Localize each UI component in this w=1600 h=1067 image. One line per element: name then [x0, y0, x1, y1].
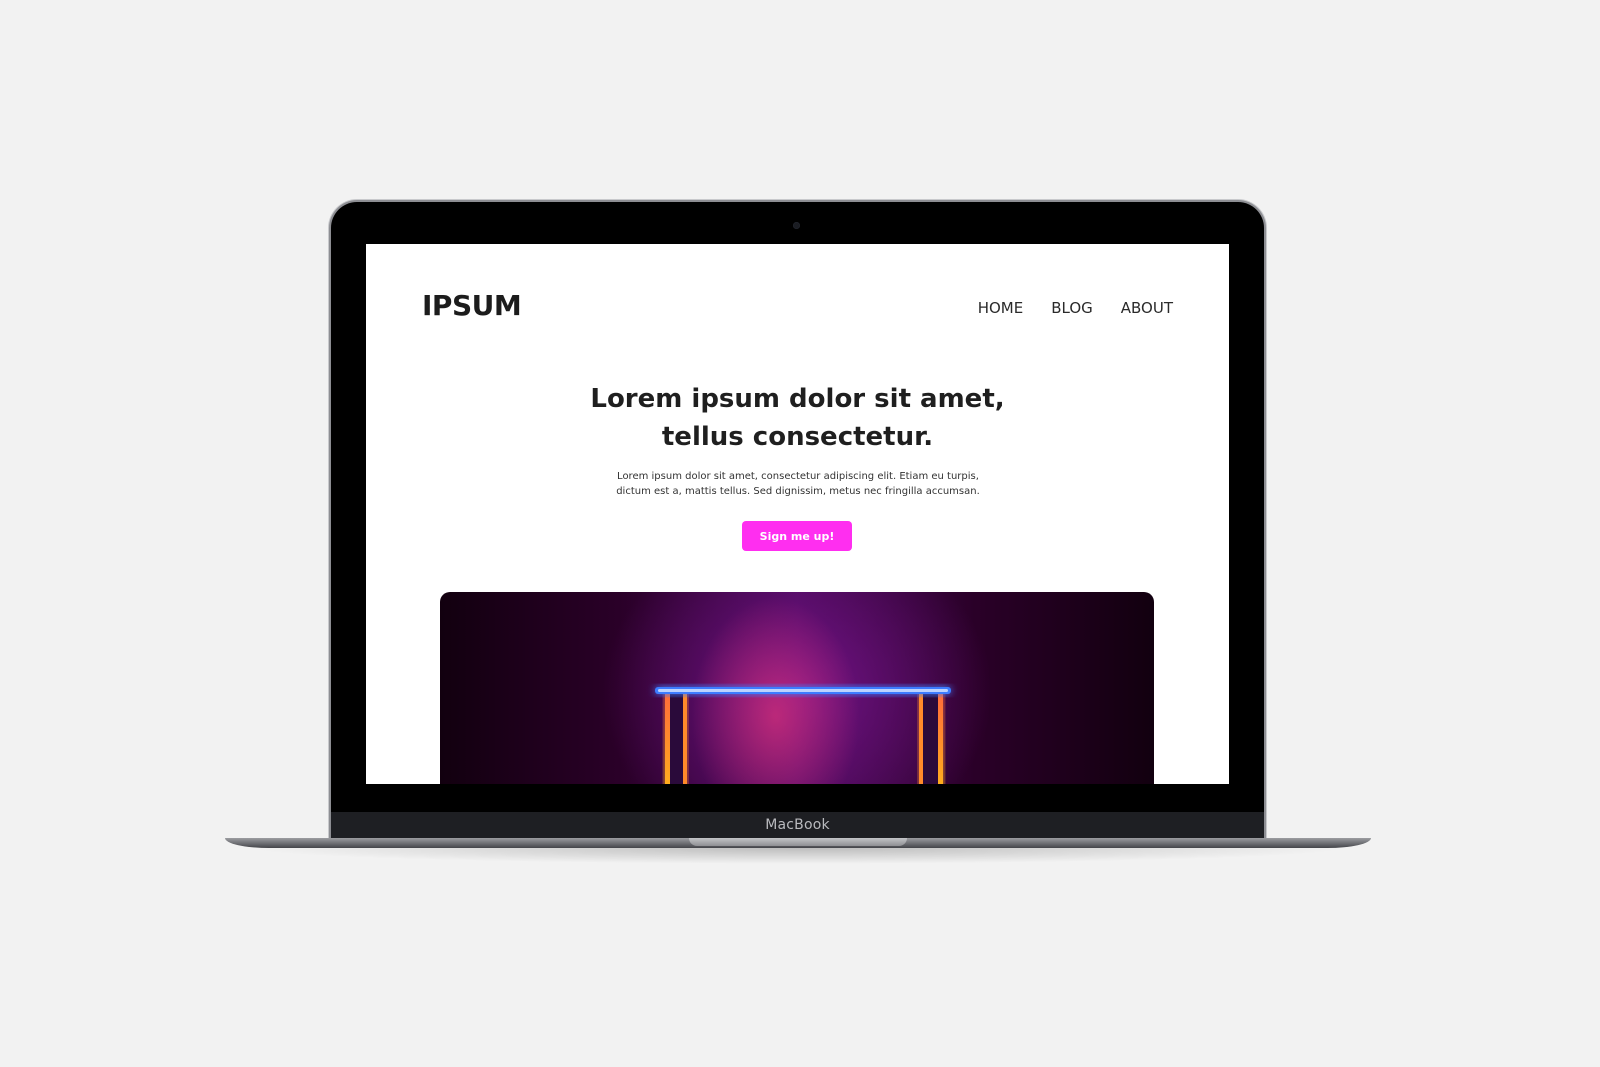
hero-description-line-1: Lorem ipsum dolor sit amet, consectetur …: [617, 471, 979, 482]
nav-link-blog[interactable]: BLOG: [1051, 299, 1093, 317]
laptop-chin: MacBook: [331, 812, 1264, 838]
hero-title-line-1: Lorem ipsum dolor sit amet,: [590, 384, 1005, 414]
laptop-screen: IPSUM HOME BLOG ABOUT Lorem ipsum dolor …: [366, 244, 1229, 784]
laptop-base: [225, 838, 1371, 848]
nav-link-home[interactable]: HOME: [978, 299, 1024, 317]
hero-description-line-2: dictum est a, mattis tellus. Sed digniss…: [616, 486, 980, 497]
laptop-lid: IPSUM HOME BLOG ABOUT Lorem ipsum dolor …: [331, 202, 1264, 838]
laptop-hinge-notch: [689, 838, 907, 846]
hero-description: Lorem ipsum dolor sit amet, consectetur …: [613, 469, 983, 499]
camera-icon: [793, 222, 800, 229]
nav-link-about[interactable]: ABOUT: [1121, 299, 1173, 317]
neon-light-illustration: [655, 687, 951, 784]
laptop-shadow: [245, 848, 1351, 864]
main-nav: HOME BLOG ABOUT: [978, 299, 1173, 317]
device-brand-label: MacBook: [765, 817, 830, 833]
hero-title-line-2: tellus consectetur.: [661, 422, 934, 452]
sign-up-button[interactable]: Sign me up!: [742, 521, 852, 551]
hero-title: Lorem ipsum dolor sit amet, tellus conse…: [366, 380, 1229, 456]
site-logo[interactable]: IPSUM: [422, 289, 522, 322]
hero-image: [440, 592, 1154, 784]
